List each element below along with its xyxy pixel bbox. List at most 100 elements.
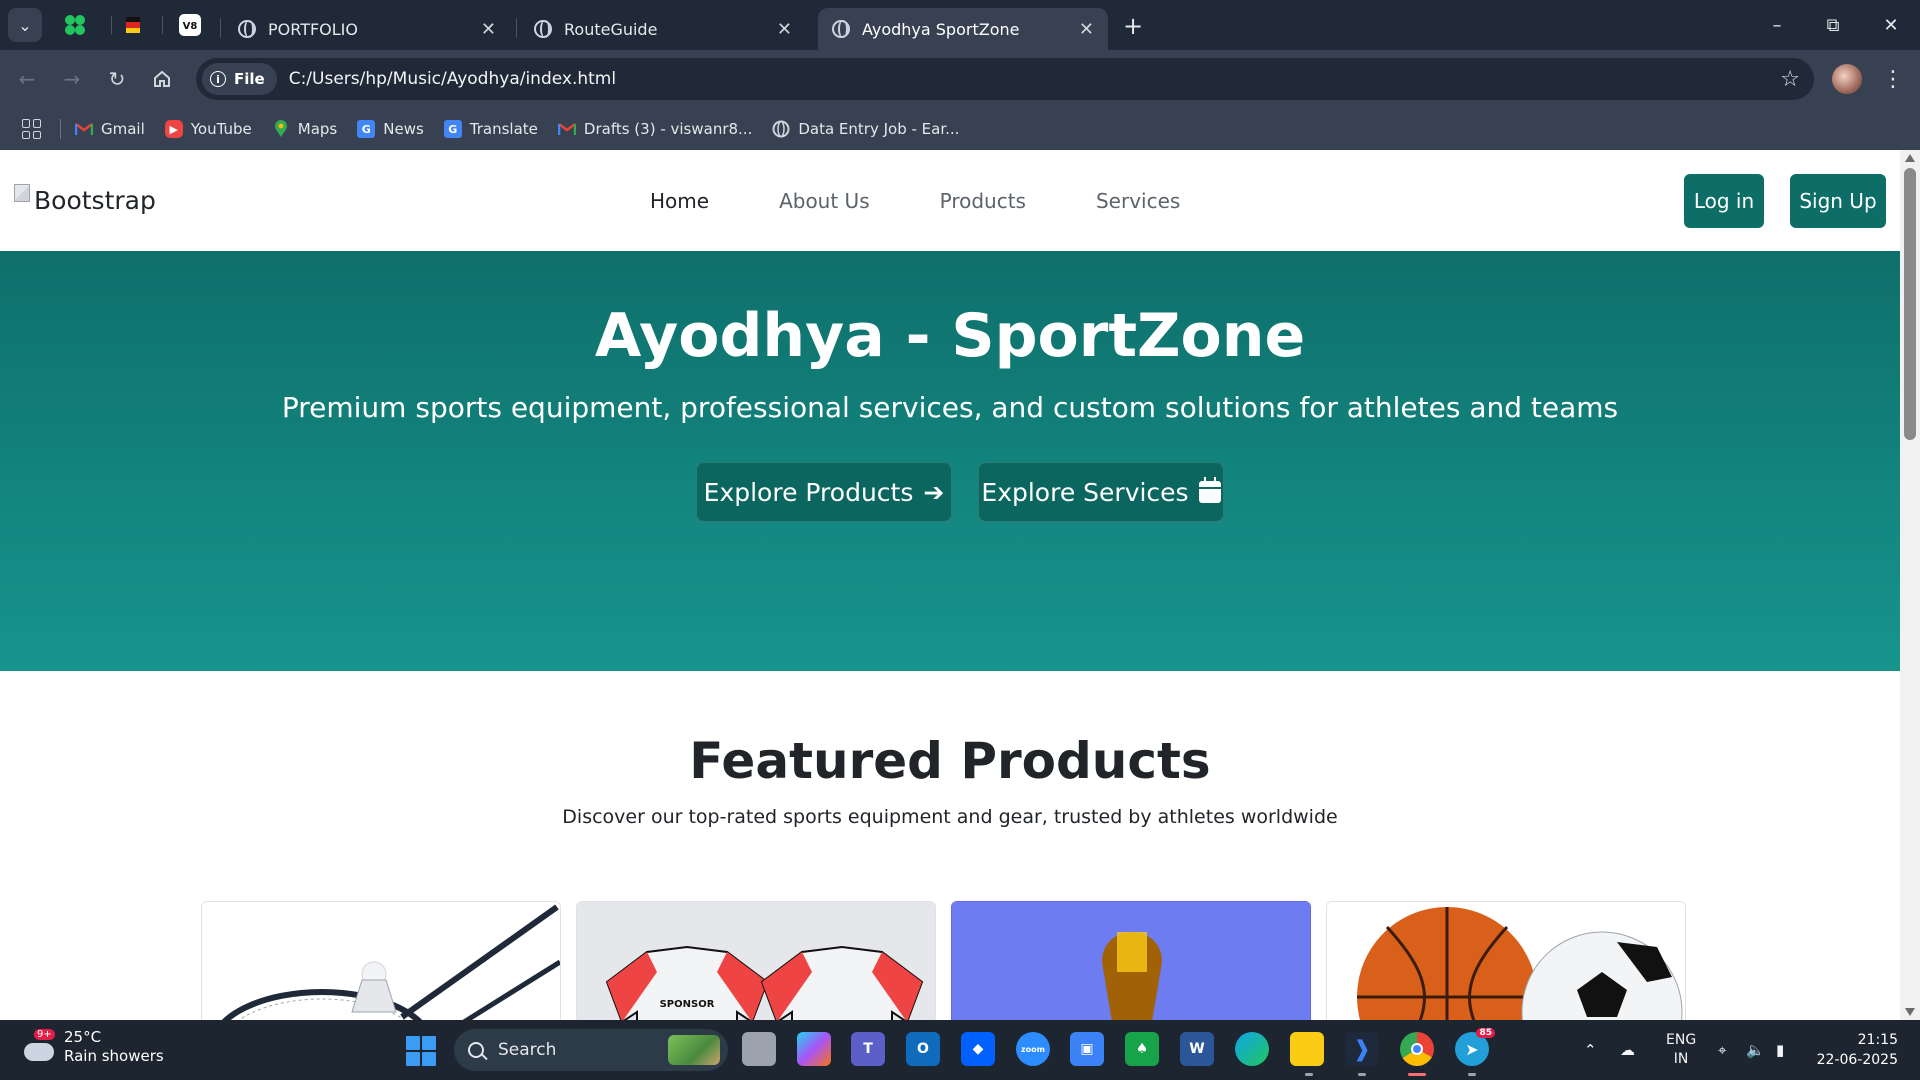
minimize-button[interactable]: – [1754,8,1800,42]
battery-icon[interactable]: ▮ [1776,1020,1784,1080]
explore-services-label: Explore Services [981,477,1189,507]
product-card-balls[interactable] [1326,901,1686,1020]
tab-portfolio[interactable]: PORTFOLIO ✕ [224,8,510,50]
weather-widget[interactable]: 9+ 25°C Rain showers [20,1028,164,1066]
word-icon[interactable]: W [1180,1032,1214,1066]
gmail-icon [75,120,93,138]
explore-products-button[interactable]: Explore Products ➔ [696,462,952,522]
product-card-badminton[interactable] [201,901,561,1020]
pinned-tab-app[interactable]: V8 [175,10,205,40]
restore-button[interactable]: ⧉ [1810,8,1856,42]
profile-avatar[interactable] [1832,64,1862,94]
youtube-icon: ▶ [164,120,183,138]
scroll-down-icon[interactable] [1905,1008,1915,1016]
home-icon [154,70,170,87]
browser-tab-strip: ⌄ V8 PORTFOLIO ✕ RouteGuide ✕ Ayodhya Sp… [0,0,1920,50]
back-button[interactable]: ← [10,62,44,96]
tab-search-button[interactable]: ⌄ [8,8,42,42]
explore-services-button[interactable]: Explore Services [978,462,1224,522]
copilot-icon[interactable] [797,1032,831,1066]
chrome-icon[interactable] [1400,1032,1434,1066]
info-icon: i [210,71,226,87]
reload-button[interactable]: ↻ [100,62,134,96]
apps-grid-icon[interactable] [22,119,42,139]
vscode-icon[interactable]: ❱ [1345,1032,1379,1066]
nav-services[interactable]: Services [1096,189,1180,213]
volume-icon[interactable]: 🔈 [1746,1020,1765,1080]
tab-ayodhya-sportzone[interactable]: Ayodhya SportZone ✕ [818,8,1108,50]
login-button[interactable]: Log in [1684,174,1764,228]
address-bar[interactable]: i File C:/Users/hp/Music/Ayodhya/index.h… [196,58,1814,100]
bookmark-label: Maps [297,120,338,138]
browser-menu-button[interactable]: ⋮ [1880,62,1906,96]
remote-desktop-icon[interactable]: ▣ [1070,1032,1104,1066]
new-tab-button[interactable]: + [1118,12,1148,40]
close-icon[interactable]: ✕ [1079,19,1094,40]
solitaire-icon[interactable]: ♠ [1125,1032,1159,1066]
product-card-trophy[interactable] [951,901,1311,1020]
windows-taskbar: 9+ 25°C Rain showers Search T O ◆ zoom ▣… [0,1020,1920,1080]
bookmark-data-entry[interactable]: Data Entry Job - Ear... [772,120,959,138]
bookmark-translate[interactable]: G Translate [443,120,538,138]
hero-subtitle: Premium sports equipment, professional s… [281,391,1619,424]
outlook-icon[interactable]: O [906,1032,940,1066]
zoom-icon[interactable]: zoom [1016,1032,1050,1066]
bookmark-news[interactable]: G News [357,120,424,138]
weather-temp: 25°C [64,1028,102,1046]
app-logo-icon: V8 [179,14,201,36]
nav-products[interactable]: Products [940,189,1026,213]
trophy-image [952,902,1310,1020]
url-text[interactable]: C:/Users/hp/Music/Ayodhya/index.html [289,69,616,89]
language-indicator[interactable]: ENG IN [1666,1020,1696,1080]
pinned-tab-flag[interactable] [118,10,148,40]
home-button[interactable] [145,62,179,96]
nav-home[interactable]: Home [650,189,709,213]
close-window-button[interactable]: ✕ [1868,8,1914,42]
clover-icon [65,15,85,35]
bookmark-gmail[interactable]: Gmail [75,120,145,138]
scrollbar-thumb[interactable] [1904,168,1916,440]
scroll-up-icon[interactable] [1905,154,1915,162]
restore-icon: ⧉ [1826,14,1840,36]
bookmark-drafts[interactable]: Drafts (3) - viswanr8... [557,120,752,138]
close-icon[interactable]: ✕ [481,19,496,40]
system-clock[interactable]: 21:15 22-06-2025 [1817,1030,1898,1070]
more-vertical-icon: ⋮ [1882,66,1904,92]
telegram-icon[interactable]: ➤ 85 [1455,1028,1495,1066]
plus-icon: + [1122,12,1144,40]
pinned-tab-clover[interactable] [60,10,90,40]
edge-icon[interactable] [1235,1032,1269,1066]
arrow-left-icon: ← [18,67,36,91]
bookmark-label: YouTube [190,120,252,138]
onedrive-icon[interactable]: ☁ [1620,1020,1635,1080]
minimize-icon: – [1772,14,1782,36]
site-info-chip[interactable]: i File [202,63,277,95]
bookmark-maps[interactable]: Maps [272,120,337,138]
wifi-icon[interactable]: ⌖ [1718,1020,1726,1080]
product-card-jersey[interactable]: SPONSOR [576,901,936,1020]
teams-icon[interactable]: T [851,1032,885,1066]
file-explorer-icon[interactable] [1290,1032,1324,1066]
bookmark-youtube[interactable]: ▶ YouTube [164,120,252,138]
nav-about-us[interactable]: About Us [779,189,870,213]
bookmark-star-icon[interactable]: ☆ [1780,67,1800,92]
signup-button[interactable]: Sign Up [1790,174,1886,228]
arrow-right-icon: ➔ [923,477,945,507]
tray-overflow-button[interactable]: ⌃ [1584,1020,1597,1080]
brand-logo[interactable]: Bootstrap [14,183,156,215]
globe-icon [832,20,850,38]
language-code: ENG [1666,1032,1697,1048]
start-button[interactable] [406,1036,436,1066]
tab-routeguide[interactable]: RouteGuide ✕ [520,8,806,50]
dropbox-icon[interactable]: ◆ [961,1032,995,1066]
taskbar-search[interactable]: Search [454,1029,728,1071]
globe-icon [772,120,790,138]
close-icon[interactable]: ✕ [777,19,792,40]
forward-button[interactable]: → [55,62,89,96]
clock-date: 22-06-2025 [1816,1052,1898,1068]
page-scrollbar[interactable] [1900,150,1920,1020]
task-view-icon[interactable] [742,1032,776,1066]
brand-alt-text: Bootstrap [34,186,156,215]
calendar-icon [1198,477,1221,503]
rain-cloud-icon: 9+ [20,1029,56,1065]
